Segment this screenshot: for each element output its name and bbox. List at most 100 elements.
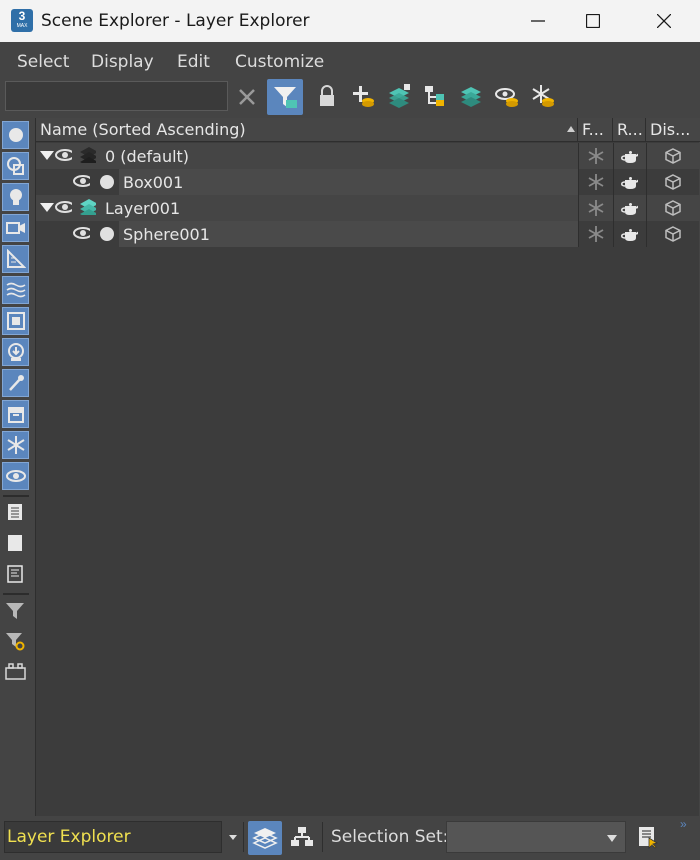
visibility-eye-icon[interactable] xyxy=(54,148,72,166)
display-box-icon[interactable] xyxy=(664,199,682,217)
minimize-button[interactable] xyxy=(515,0,561,42)
freeze-layer-button[interactable] xyxy=(527,80,559,112)
render-teapot-icon[interactable] xyxy=(620,199,638,217)
filter-space-warps-button[interactable] xyxy=(2,276,29,304)
cameras-icon xyxy=(6,222,25,234)
filter-frozen-button[interactable] xyxy=(2,431,29,459)
freeze-snowflake-icon[interactable] xyxy=(587,199,605,217)
invert-display-button[interactable] xyxy=(2,561,29,589)
filter-lights-button[interactable] xyxy=(2,183,29,211)
app-logo-number: 3 xyxy=(18,9,26,23)
selection-set-dropdown[interactable] xyxy=(446,821,626,853)
lock-button[interactable] xyxy=(311,80,343,112)
mode-dropdown-arrow-icon[interactable] xyxy=(229,835,237,840)
layers-icon xyxy=(252,828,278,849)
filter-bones-button[interactable] xyxy=(2,369,29,397)
maximize-button[interactable] xyxy=(570,0,616,42)
manage-selection-sets-button[interactable] xyxy=(632,821,664,853)
filter-settings-icon xyxy=(6,633,25,651)
filter-containers-button[interactable] xyxy=(2,400,29,428)
geometry-icon xyxy=(9,128,23,142)
hierarchy-icon xyxy=(425,86,444,106)
selection-set-arrow-icon xyxy=(607,835,617,842)
bottom-divider xyxy=(243,822,244,852)
scene-tree-panel: Name (Sorted Ascending) F... R... Dis...… xyxy=(35,118,700,816)
freeze-layer-icon xyxy=(532,85,554,107)
display-box-icon[interactable] xyxy=(664,225,682,243)
visibility-eye-icon[interactable] xyxy=(72,226,90,244)
hierarchy-tree-icon xyxy=(291,827,313,846)
display-none-button[interactable] xyxy=(2,530,29,558)
filter-xrefs-button[interactable] xyxy=(2,338,29,366)
hide-layer-button[interactable] xyxy=(491,80,523,112)
column-header-name[interactable]: Name (Sorted Ascending) xyxy=(36,118,578,142)
groups-icon xyxy=(7,312,25,330)
object-name: Box001 xyxy=(123,173,184,192)
hierarchy-mode-button[interactable] xyxy=(286,821,318,853)
display-box-icon[interactable] xyxy=(664,147,682,165)
new-layer-icon xyxy=(389,84,410,108)
collapse-chevron-icon[interactable]: » xyxy=(680,817,687,831)
bottom-bar: Layer Explorer Selection Set: » xyxy=(0,816,700,860)
display-all-button[interactable] xyxy=(2,499,29,527)
display-none-icon xyxy=(8,535,22,551)
bones-icon xyxy=(9,375,24,391)
layer-inactive-icon xyxy=(80,147,96,163)
filter-icon xyxy=(6,603,24,619)
selection-set-label: Selection Set: xyxy=(331,827,449,847)
space-warps-icon xyxy=(6,282,26,298)
layer-name: 0 (default) xyxy=(105,147,190,166)
layer-mode-button[interactable] xyxy=(248,821,282,855)
filter-hidden-button[interactable] xyxy=(2,462,29,490)
add-to-layer-button[interactable] xyxy=(347,80,379,112)
bottom-divider xyxy=(322,822,323,852)
render-teapot-icon[interactable] xyxy=(620,147,638,165)
menu-customize[interactable]: Customize xyxy=(235,52,324,72)
shapes-icon xyxy=(7,157,24,175)
display-box-icon[interactable] xyxy=(664,173,682,191)
visibility-eye-icon[interactable] xyxy=(54,200,72,218)
filter-button[interactable] xyxy=(2,597,29,625)
manage-sets-icon xyxy=(639,827,659,849)
render-teapot-icon[interactable] xyxy=(620,173,638,191)
object-dot-icon xyxy=(100,175,114,189)
visibility-eye-icon[interactable] xyxy=(72,174,90,192)
app-logo-icon: 3 MAX xyxy=(11,9,33,32)
tree-row-layer-001[interactable]: Layer001 xyxy=(36,195,700,221)
freeze-snowflake-icon[interactable] xyxy=(587,147,605,165)
filter-cameras-button[interactable] xyxy=(2,214,29,242)
menu-edit[interactable]: Edit xyxy=(177,52,210,72)
filter-helpers-button[interactable] xyxy=(2,245,29,273)
column-header-display[interactable]: Dis... xyxy=(646,118,700,142)
menu-select[interactable]: Select xyxy=(17,52,69,72)
sidebar-divider xyxy=(3,495,29,497)
layers-button[interactable] xyxy=(455,80,487,112)
app-logo-text: MAX xyxy=(16,23,28,29)
filter-geometry-button[interactable] xyxy=(2,121,29,149)
plugin-button[interactable] xyxy=(2,659,29,687)
hidden-icon xyxy=(6,470,26,482)
freeze-snowflake-icon[interactable] xyxy=(587,225,605,243)
filter-toggle-button[interactable] xyxy=(267,79,303,115)
filter-groups-button[interactable] xyxy=(2,307,29,335)
search-input[interactable] xyxy=(5,81,228,111)
close-button[interactable] xyxy=(641,0,687,42)
render-teapot-icon[interactable] xyxy=(620,225,638,243)
clear-search-button[interactable] xyxy=(231,80,263,112)
column-header-frozen[interactable]: F... xyxy=(578,118,613,142)
tree-row-object-sphere[interactable]: Sphere001 xyxy=(36,221,700,247)
freeze-snowflake-icon[interactable] xyxy=(587,173,605,191)
filter-shapes-button[interactable] xyxy=(2,152,29,180)
invert-display-icon xyxy=(7,565,23,583)
filter-settings-button[interactable] xyxy=(2,628,29,656)
menu-display[interactable]: Display xyxy=(91,52,154,72)
new-layer-button[interactable] xyxy=(383,80,415,112)
hierarchy-button[interactable] xyxy=(419,80,451,112)
filter-active-icon xyxy=(274,87,297,108)
tree-row-object-box[interactable]: Box001 xyxy=(36,169,700,195)
tree-row-layer-default[interactable]: 0 (default) xyxy=(36,143,700,169)
layer-active-icon xyxy=(80,199,96,215)
column-header-renderable[interactable]: R... xyxy=(613,118,646,142)
explorer-mode-dropdown[interactable]: Layer Explorer xyxy=(4,821,222,853)
lock-icon xyxy=(320,85,334,106)
